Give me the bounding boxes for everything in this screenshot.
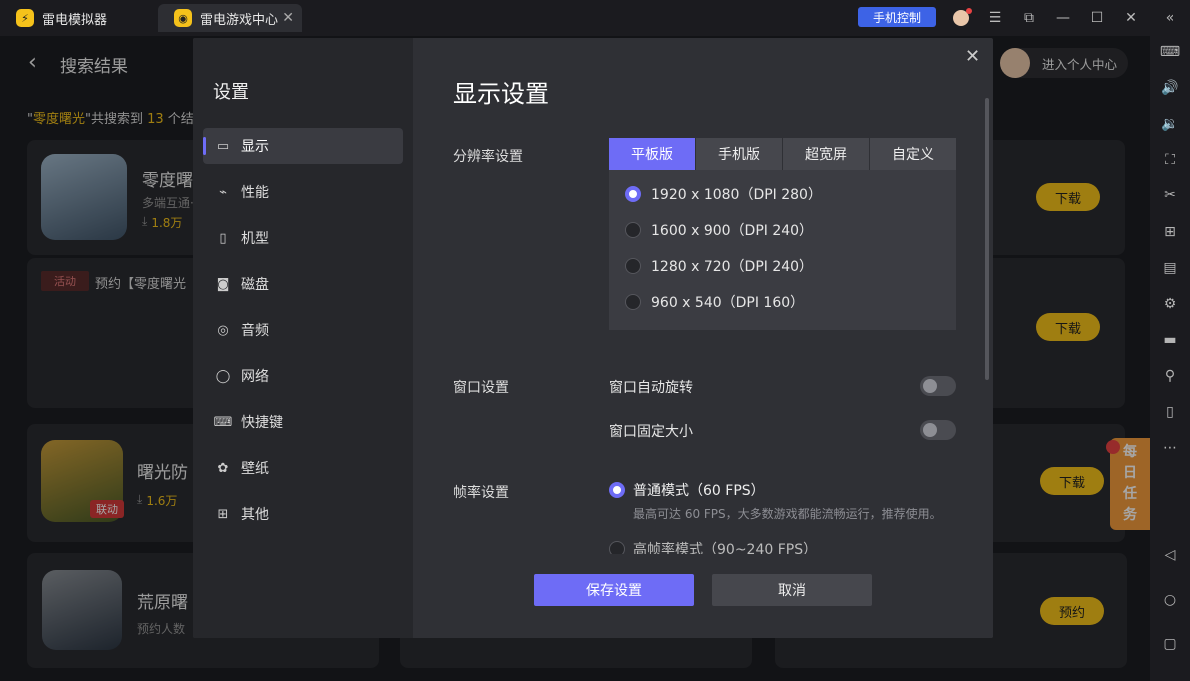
phone-control-button[interactable]: 手机控制 bbox=[858, 7, 936, 27]
pulse-icon: ⌁ bbox=[219, 184, 227, 200]
palette-icon: ✿ bbox=[217, 460, 229, 476]
more-icon[interactable]: ⋯ bbox=[1160, 438, 1180, 458]
resolution-option-label: 1920 x 1080（DPI 280） bbox=[651, 187, 822, 203]
fps-normal-label: 普通模式（60 FPS） bbox=[633, 483, 765, 499]
cancel-button[interactable]: 取消 bbox=[712, 574, 872, 606]
keyboard-icon: ⌨ bbox=[213, 414, 233, 430]
nav-item-disk[interactable]: ◙ 磁盘 bbox=[203, 266, 403, 302]
phone-control-label: 手机控制 bbox=[872, 10, 921, 25]
tab-emulator-label: 雷电模拟器 bbox=[42, 12, 108, 28]
resolution-option[interactable]: 1600 x 900（DPI 240） bbox=[625, 220, 813, 240]
nav-item-wallpaper[interactable]: ✿ 壁纸 bbox=[203, 450, 403, 486]
shake-icon[interactable]: ▯ bbox=[1160, 402, 1180, 422]
grid-icon: ⊞ bbox=[217, 506, 229, 522]
auto-rotate-label: 窗口自动旋转 bbox=[609, 380, 693, 396]
radio-icon[interactable] bbox=[625, 258, 641, 274]
resolution-option-label: 1600 x 900（DPI 240） bbox=[651, 223, 814, 239]
nav-item-label: 性能 bbox=[241, 185, 269, 201]
monitor-icon: ▭ bbox=[216, 138, 230, 154]
tab-game-center-label: 雷电游戏中心 bbox=[200, 12, 279, 28]
nav-item-performance[interactable]: ⌁ 性能 bbox=[203, 174, 403, 210]
nav-item-label: 磁盘 bbox=[241, 277, 269, 293]
auto-rotate-toggle[interactable] bbox=[920, 376, 956, 396]
tab-tablet[interactable]: 平板版 bbox=[609, 138, 695, 170]
recent-apps-icon[interactable]: ▢ bbox=[1160, 634, 1180, 654]
collapse-sidebar-icon[interactable]: « bbox=[1160, 8, 1180, 28]
resolution-tabs: 平板版 手机版 超宽屏 自定义 bbox=[609, 138, 956, 170]
menu-icon[interactable]: ☰ bbox=[985, 8, 1005, 28]
gamepad-icon: ◉ bbox=[174, 9, 192, 27]
location-icon[interactable]: ⚲ bbox=[1160, 366, 1180, 386]
settings-dialog: 设置 ▭ 显示 ⌁ 性能 ▯ 机型 ◙ 磁盘 ◎ 音频 ◯ 网络 ⌨ 快捷键 ✿ 壁纸 ⊞ 其他 … bbox=[193, 38, 993, 638]
window-settings-label: 窗口设置 bbox=[453, 380, 509, 396]
nav-item-model[interactable]: ▯ 机型 bbox=[203, 220, 403, 256]
fps-label: 帧率设置 bbox=[453, 485, 509, 501]
nav-item-label: 显示 bbox=[241, 139, 269, 155]
radio-icon[interactable] bbox=[625, 294, 641, 310]
scrollbar[interactable] bbox=[985, 98, 989, 380]
toggle-knob bbox=[923, 423, 937, 437]
nav-item-display[interactable]: ▭ 显示 bbox=[203, 128, 403, 164]
globe-icon: ◯ bbox=[215, 368, 231, 384]
tab-phone[interactable]: 手机版 bbox=[696, 138, 782, 170]
nav-item-label: 机型 bbox=[241, 231, 269, 247]
fixed-size-label: 窗口固定大小 bbox=[609, 424, 693, 440]
fps-high-option[interactable]: 高帧率模式（90~240 FPS） bbox=[609, 538, 817, 554]
tab-ultrawide[interactable]: 超宽屏 bbox=[783, 138, 869, 170]
gamepad-audio-icon: ◎ bbox=[217, 322, 229, 338]
nav-item-network[interactable]: ◯ 网络 bbox=[203, 358, 403, 394]
save-button[interactable]: 保存设置 bbox=[534, 574, 694, 606]
volume-down-icon[interactable]: 🔉 bbox=[1160, 114, 1180, 134]
active-indicator bbox=[203, 137, 206, 155]
nav-item-label: 音频 bbox=[241, 323, 269, 339]
keyboard-icon[interactable]: ⌨ bbox=[1160, 42, 1180, 62]
resolution-option-label: 960 x 540（DPI 160） bbox=[651, 295, 805, 311]
dialog-close-icon[interactable]: ✕ bbox=[965, 46, 980, 67]
content-fade bbox=[413, 553, 993, 638]
radio-selected-icon[interactable] bbox=[609, 482, 625, 498]
fps-high-label: 高帧率模式（90~240 FPS） bbox=[633, 542, 818, 554]
nav-item-label: 快捷键 bbox=[241, 415, 283, 431]
maximize-icon[interactable]: ☐ bbox=[1087, 8, 1107, 28]
emulator-logo-icon: ⚡ bbox=[16, 9, 34, 27]
settings-gear-icon[interactable]: ⚙ bbox=[1160, 294, 1180, 314]
close-icon[interactable]: ✕ bbox=[1121, 8, 1141, 28]
tab-game-center[interactable]: ◉ 雷电游戏中心 ✕ bbox=[158, 4, 302, 32]
tab-close-icon[interactable]: ✕ bbox=[282, 10, 294, 26]
disk-icon: ◙ bbox=[216, 276, 230, 292]
device-icon: ▯ bbox=[219, 230, 227, 246]
nav-item-label: 壁纸 bbox=[241, 461, 269, 477]
fixed-size-toggle[interactable] bbox=[920, 420, 956, 440]
home-circle-icon[interactable]: ○ bbox=[1160, 590, 1180, 610]
resolution-option[interactable]: 1920 x 1080（DPI 280） bbox=[625, 184, 822, 204]
volume-up-icon[interactable]: 🔊 bbox=[1160, 78, 1180, 98]
multi-instance-icon[interactable]: ⊞ bbox=[1160, 222, 1180, 242]
resolution-option[interactable]: 960 x 540（DPI 160） bbox=[625, 292, 804, 312]
nav-item-audio[interactable]: ◎ 音频 bbox=[203, 312, 403, 348]
settings-title: 设置 bbox=[213, 82, 249, 103]
folder-icon[interactable]: ▬ bbox=[1160, 330, 1180, 350]
window-pin-icon[interactable]: ⧉ bbox=[1019, 8, 1039, 28]
nav-item-other[interactable]: ⊞ 其他 bbox=[203, 496, 403, 532]
minimize-icon[interactable]: — bbox=[1053, 8, 1073, 28]
radio-selected-icon[interactable] bbox=[625, 186, 641, 202]
nav-item-label: 网络 bbox=[241, 369, 269, 385]
nav-item-label: 其他 bbox=[241, 507, 269, 523]
avatar-icon[interactable] bbox=[951, 8, 972, 28]
fullscreen-icon[interactable]: ⛶ bbox=[1160, 150, 1180, 170]
section-heading: 显示设置 bbox=[453, 80, 549, 108]
resolution-label: 分辨率设置 bbox=[453, 149, 523, 165]
scissors-icon[interactable]: ✂ bbox=[1160, 185, 1180, 205]
nav-item-shortcuts[interactable]: ⌨ 快捷键 bbox=[203, 404, 403, 440]
tab-emulator[interactable]: ⚡ 雷电模拟器 bbox=[0, 4, 150, 32]
resolution-option-label: 1280 x 720（DPI 240） bbox=[651, 259, 814, 275]
fps-normal-option[interactable]: 普通模式（60 FPS） bbox=[609, 480, 765, 500]
radio-icon[interactable] bbox=[625, 222, 641, 238]
resolution-option[interactable]: 1280 x 720（DPI 240） bbox=[625, 256, 813, 276]
toggle-knob bbox=[923, 379, 937, 393]
back-triangle-icon[interactable]: ◁ bbox=[1160, 545, 1180, 565]
apk-install-icon[interactable]: ▤ bbox=[1160, 258, 1180, 278]
tab-custom[interactable]: 自定义 bbox=[870, 138, 956, 170]
fps-normal-description: 最高可达 60 FPS，大多数游戏都能流畅运行，推荐使用。 bbox=[633, 507, 942, 521]
